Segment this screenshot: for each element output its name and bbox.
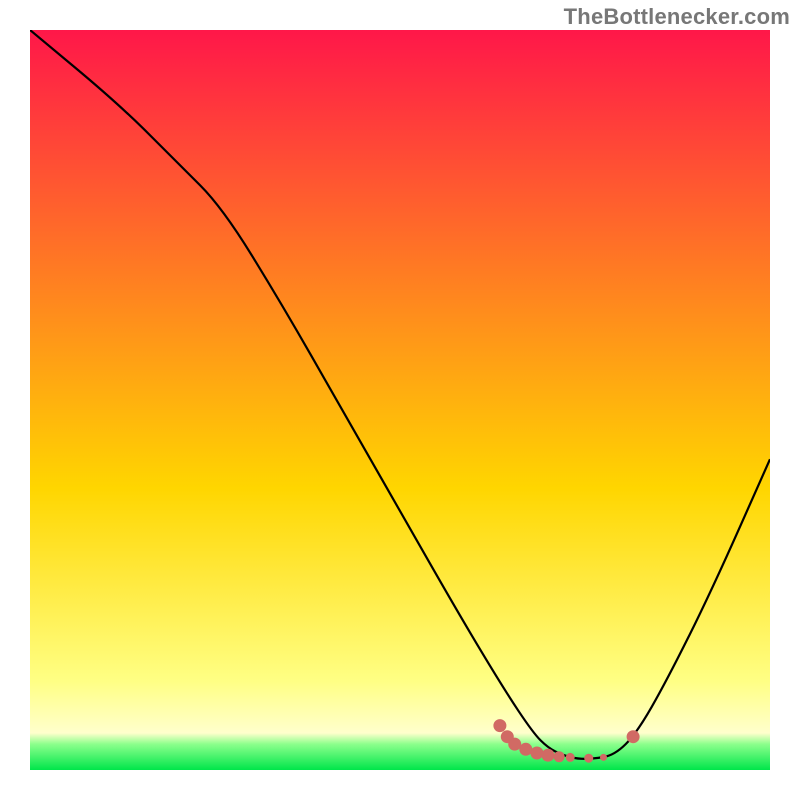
marker-dot [566,753,574,761]
plot-area [30,30,770,770]
marker-dot [627,731,639,743]
marker-dot [585,754,593,762]
marker-dot [601,754,607,760]
marker-dot [542,749,554,761]
marker-dot [531,747,543,759]
marker-dot [520,743,532,755]
bottleneck-chart [30,30,770,770]
marker-dot [509,738,521,750]
gradient-background [30,30,770,770]
marker-dot [494,720,506,732]
watermark-text: TheBottlenecker.com [564,4,790,30]
marker-dot [554,752,564,762]
